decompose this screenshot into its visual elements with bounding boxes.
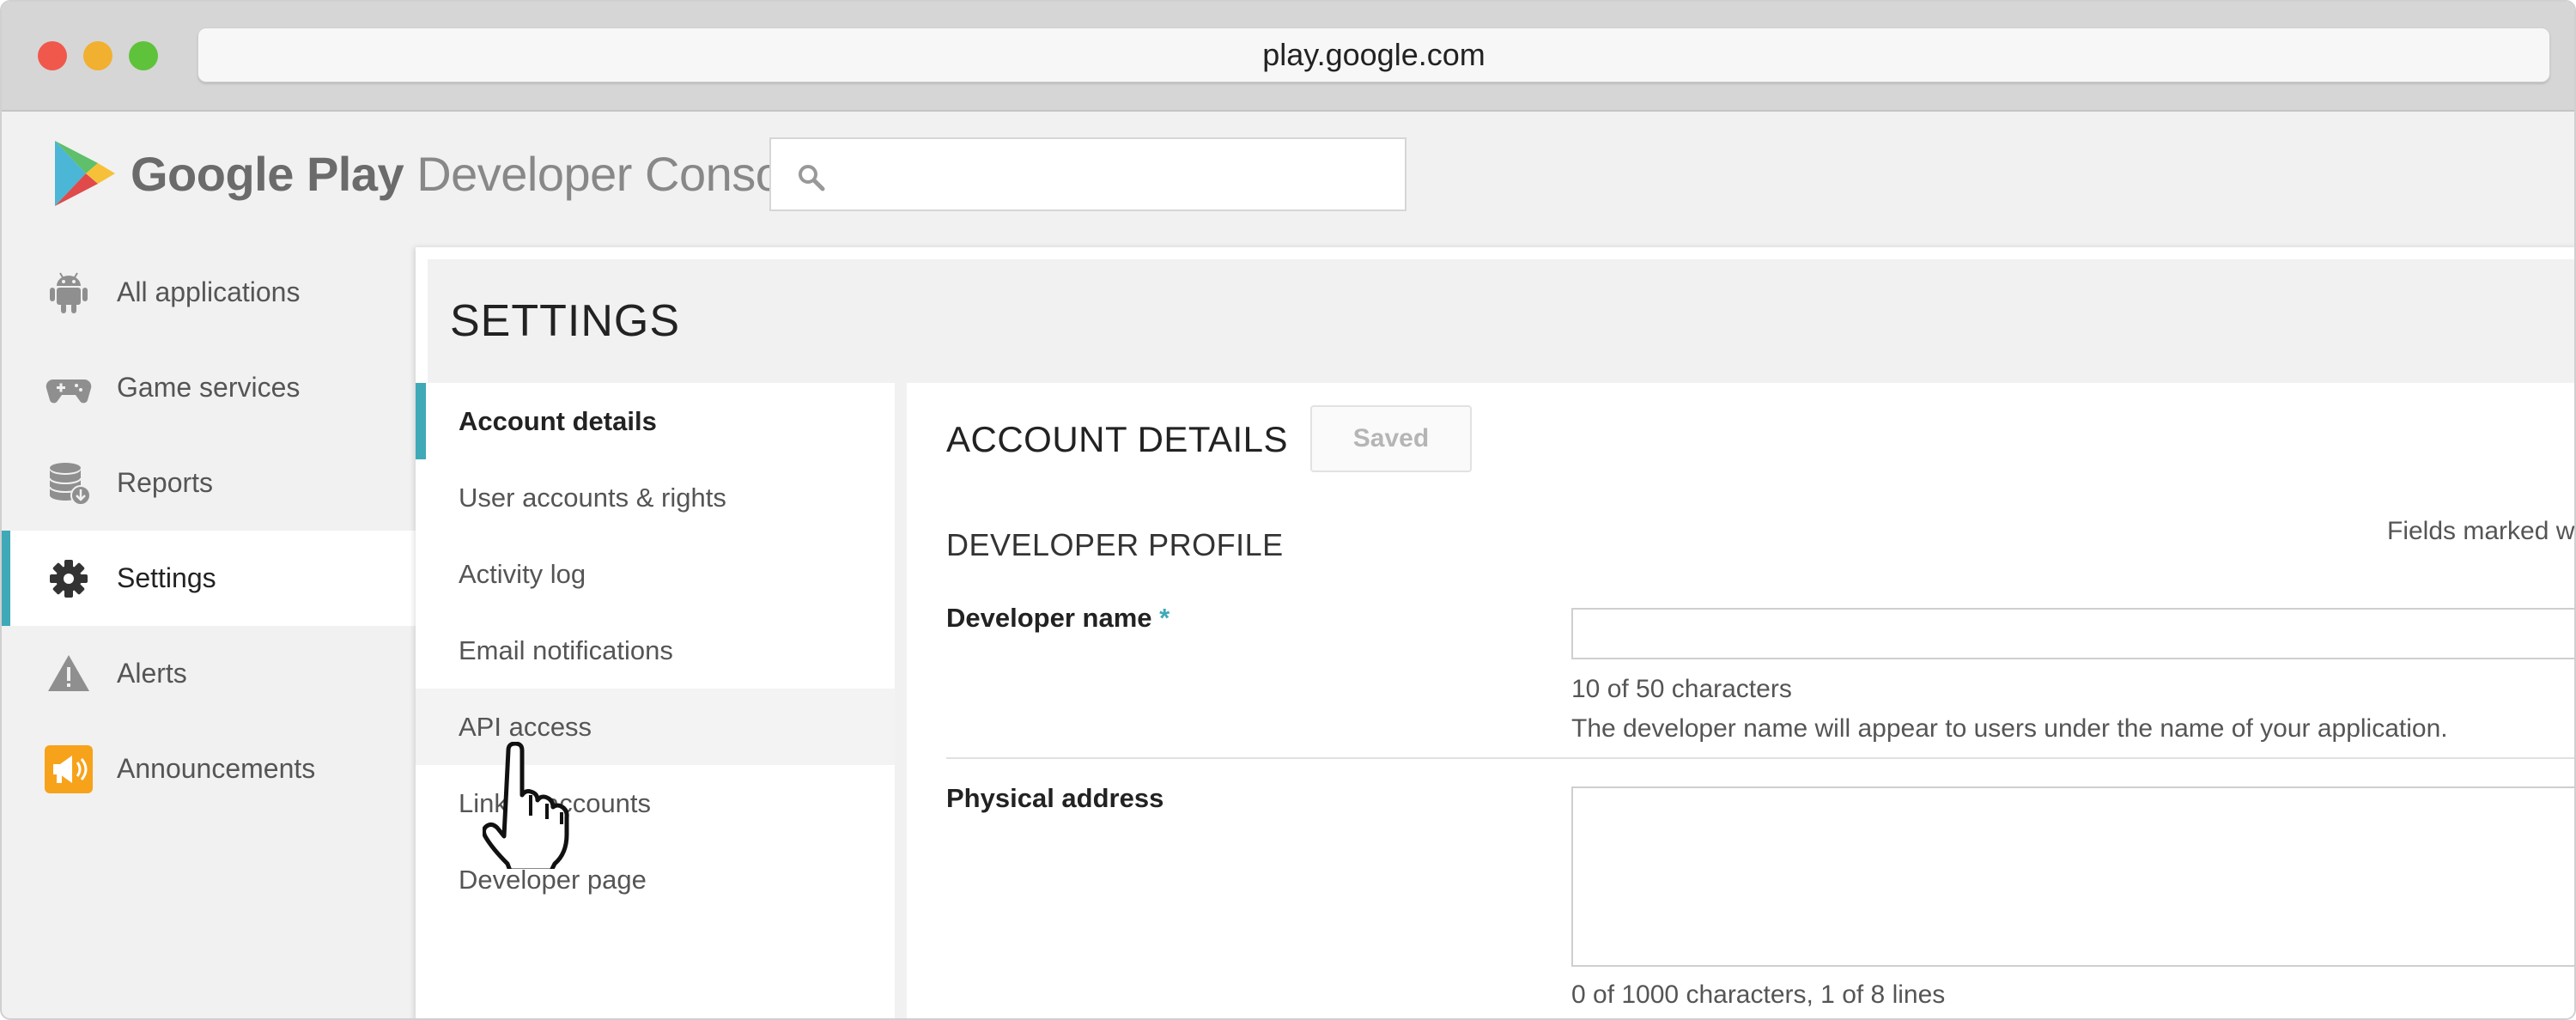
page-title: SETTINGS <box>450 296 681 346</box>
close-window-button[interactable] <box>38 41 67 70</box>
subnav-item-activity-log[interactable]: Activity log <box>416 536 895 612</box>
subnav-item-label: Email notifications <box>459 634 673 665</box>
settings-header: SETTINGS <box>428 259 2574 383</box>
megaphone-icon <box>45 744 93 793</box>
saved-button[interactable]: Saved <box>1310 405 1472 472</box>
subnav-item-user-accounts[interactable]: User accounts & rights <box>416 459 895 536</box>
hand-pointer-icon <box>483 742 569 869</box>
address-bar[interactable]: play.google.com <box>197 27 2550 82</box>
nav-item-label: Game services <box>117 372 301 403</box>
physical-address-field[interactable] <box>1571 786 2574 967</box>
nav-item-reports[interactable]: Reports <box>2 435 416 531</box>
subnav-divider <box>895 383 907 1018</box>
google-play-logo[interactable]: Google Play Developer Console <box>52 139 818 208</box>
android-icon <box>50 271 88 313</box>
left-navigation: All applications Game services Reports S… <box>2 245 416 817</box>
database-download-icon <box>49 462 91 506</box>
subnav-item-label: API access <box>459 711 592 742</box>
divider <box>946 757 2574 759</box>
gear-icon <box>50 559 88 598</box>
search-input[interactable] <box>769 137 1406 211</box>
settings-subnav: Account details User accounts & rights A… <box>416 383 895 1018</box>
nav-item-label: Settings <box>117 562 216 593</box>
subnav-item-email-notifications[interactable]: Email notifications <box>416 612 895 689</box>
browser-chrome: play.google.com <box>2 2 2574 112</box>
nav-item-all-applications[interactable]: All applications <box>2 245 416 340</box>
nav-item-announcements[interactable]: Announcements <box>2 721 416 817</box>
developer-name-field[interactable] <box>1571 608 2574 659</box>
nav-item-alerts[interactable]: Alerts <box>2 626 416 721</box>
section-title: ACCOUNT DETAILS <box>946 419 1289 459</box>
nav-item-label: Announcements <box>117 753 316 784</box>
logo-brand: Google Play <box>131 146 404 201</box>
subnav-item-label: Activity log <box>459 558 586 589</box>
required-marker: * <box>1159 603 1170 633</box>
logo-product: Developer Console <box>416 146 818 201</box>
physical-address-char-count: 0 of 1000 characters, 1 of 8 lines <box>1571 981 1946 1009</box>
gamepad-icon <box>46 379 92 403</box>
url-text: play.google.com <box>1262 37 1485 72</box>
subsection-title: DEVELOPER PROFILE <box>946 527 1284 562</box>
account-details-content: ACCOUNT DETAILS Saved DEVELOPER PROFILE … <box>907 383 2575 1018</box>
app-header: Google Play Developer Console <box>2 112 2574 245</box>
browser-window: play.google.com Google Play Developer Co… <box>0 0 2576 1020</box>
subnav-item-account-details[interactable]: Account details <box>416 383 895 459</box>
warning-icon <box>48 654 89 691</box>
required-fields-note: Fields marked w <box>2387 517 2575 545</box>
developer-name-help-text: The developer name will appear to users … <box>1571 714 2448 743</box>
physical-address-label: Physical address <box>946 783 1164 813</box>
developer-name-label: Developer name * <box>946 603 1170 634</box>
maximize-window-button[interactable] <box>129 41 158 70</box>
nav-item-settings[interactable]: Settings <box>2 531 416 626</box>
subnav-item-label: Account details <box>459 405 657 436</box>
minimize-window-button[interactable] <box>83 41 112 70</box>
play-logo-icon <box>55 141 115 206</box>
nav-item-label: Reports <box>117 467 214 498</box>
developer-name-char-count: 10 of 50 characters <box>1571 675 1792 703</box>
settings-panel: SETTINGS Account details User accounts &… <box>416 247 2575 1018</box>
developer-name-label-text: Developer name <box>946 603 1152 633</box>
nav-item-game-services[interactable]: Game services <box>2 340 416 435</box>
nav-item-label: Alerts <box>117 658 187 689</box>
subnav-item-label: User accounts & rights <box>459 482 726 513</box>
search-icon <box>799 165 825 191</box>
logo-text: Google Play Developer Console <box>131 146 818 202</box>
nav-item-label: All applications <box>117 276 301 307</box>
